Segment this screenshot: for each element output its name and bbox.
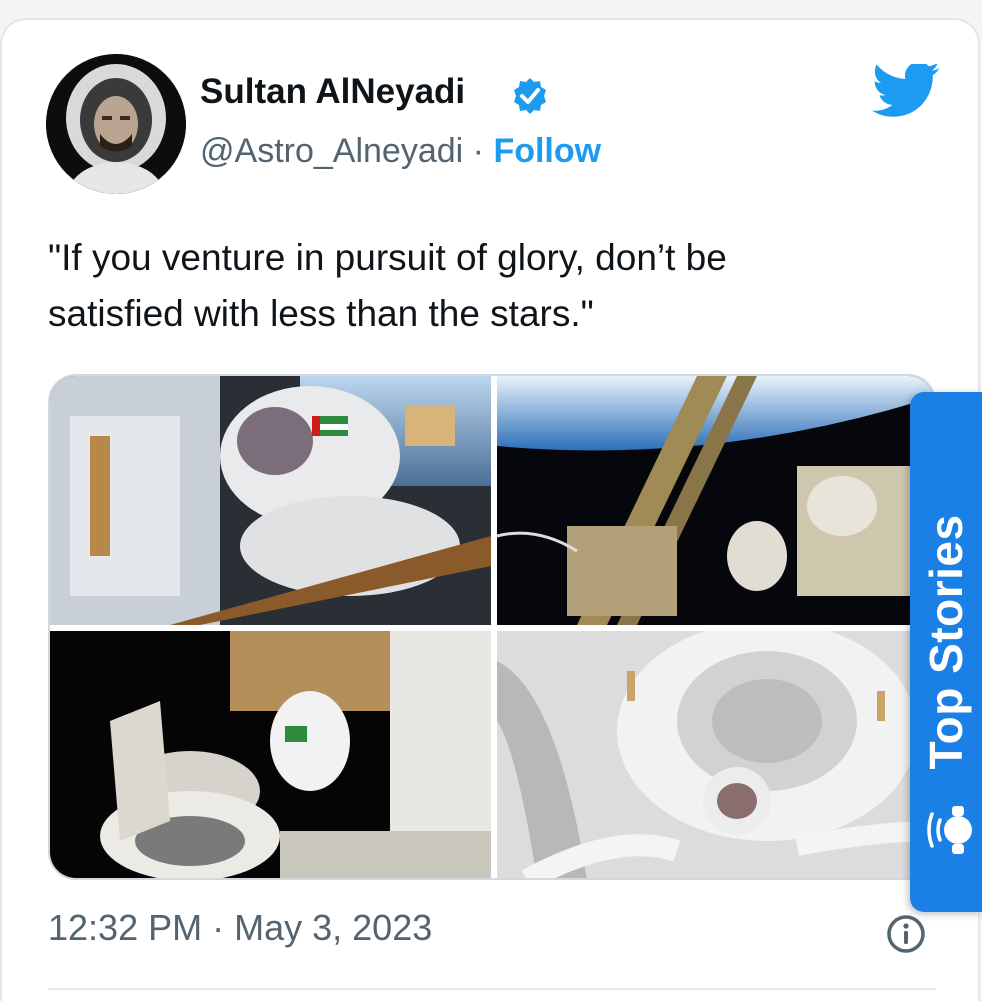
tweet-date: May 3, 2023 [234, 907, 433, 948]
verified-badge-icon [510, 76, 550, 116]
info-icon[interactable] [886, 914, 926, 954]
media-photo-4[interactable] [497, 631, 934, 878]
avatar[interactable] [46, 54, 186, 194]
separator: · [212, 907, 225, 948]
news-icon [924, 800, 982, 860]
tweet-time: 12:32 PM [48, 907, 203, 948]
page: Sultan AlNeyadi @Astro_Alneyadi · Follow… [0, 0, 982, 1001]
media-grid [48, 374, 936, 880]
author-name[interactable]: Sultan AlNeyadi [200, 72, 465, 112]
media-photo-3[interactable] [50, 631, 491, 878]
media-photo-1[interactable] [50, 376, 491, 625]
divider [48, 988, 936, 990]
separator: · [472, 132, 484, 170]
tweet-text: "If you venture in pursuit of glory, don… [48, 237, 727, 334]
handle-row: @Astro_Alneyadi · Follow [200, 132, 601, 171]
author-handle[interactable]: @Astro_Alneyadi [200, 132, 463, 170]
timestamp[interactable]: 12:32 PM · May 3, 2023 [48, 907, 432, 949]
twitter-bird-icon[interactable] [870, 62, 942, 122]
top-stories-label: Top Stories [920, 514, 972, 770]
tweet-card[interactable]: Sultan AlNeyadi @Astro_Alneyadi · Follow… [0, 18, 980, 1001]
top-stories-tab[interactable]: Top Stories [910, 392, 982, 912]
media-photo-2[interactable] [497, 376, 934, 625]
follow-button[interactable]: Follow [493, 132, 601, 170]
